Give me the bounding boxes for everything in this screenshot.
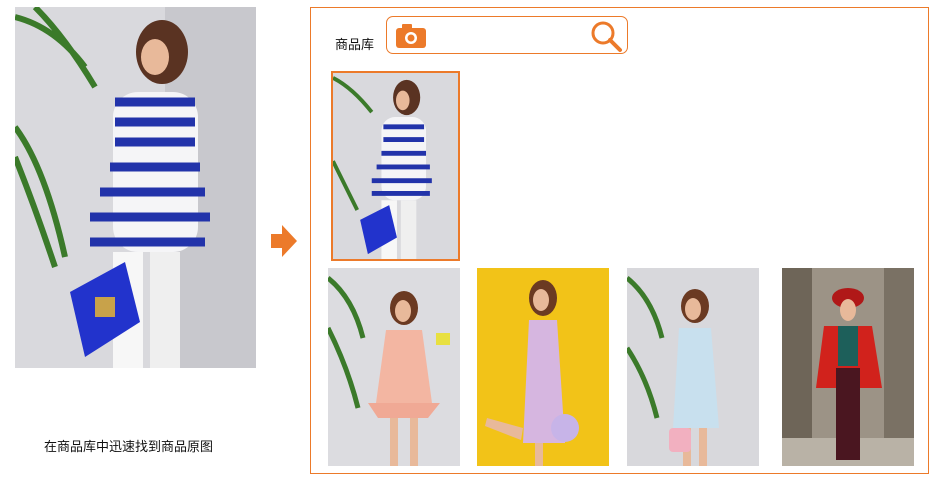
result-photo-pink-dress[interactable] [328, 268, 460, 466]
selected-result-photo[interactable] [331, 71, 460, 261]
result-photo-lavender-dress[interactable] [477, 268, 609, 466]
left-caption: 在商品库中迅速找到商品原图 [44, 439, 214, 454]
search-input[interactable] [433, 23, 587, 49]
query-photo [15, 7, 256, 368]
camera-icon[interactable] [395, 23, 427, 49]
arrow-right-icon [268, 222, 300, 260]
result-photo-light-blue-dress[interactable] [627, 268, 759, 466]
library-label: 商品库 [335, 37, 375, 52]
result-photo-red-coat[interactable] [782, 268, 914, 466]
search-box[interactable] [386, 16, 628, 54]
search-icon[interactable] [589, 19, 623, 53]
